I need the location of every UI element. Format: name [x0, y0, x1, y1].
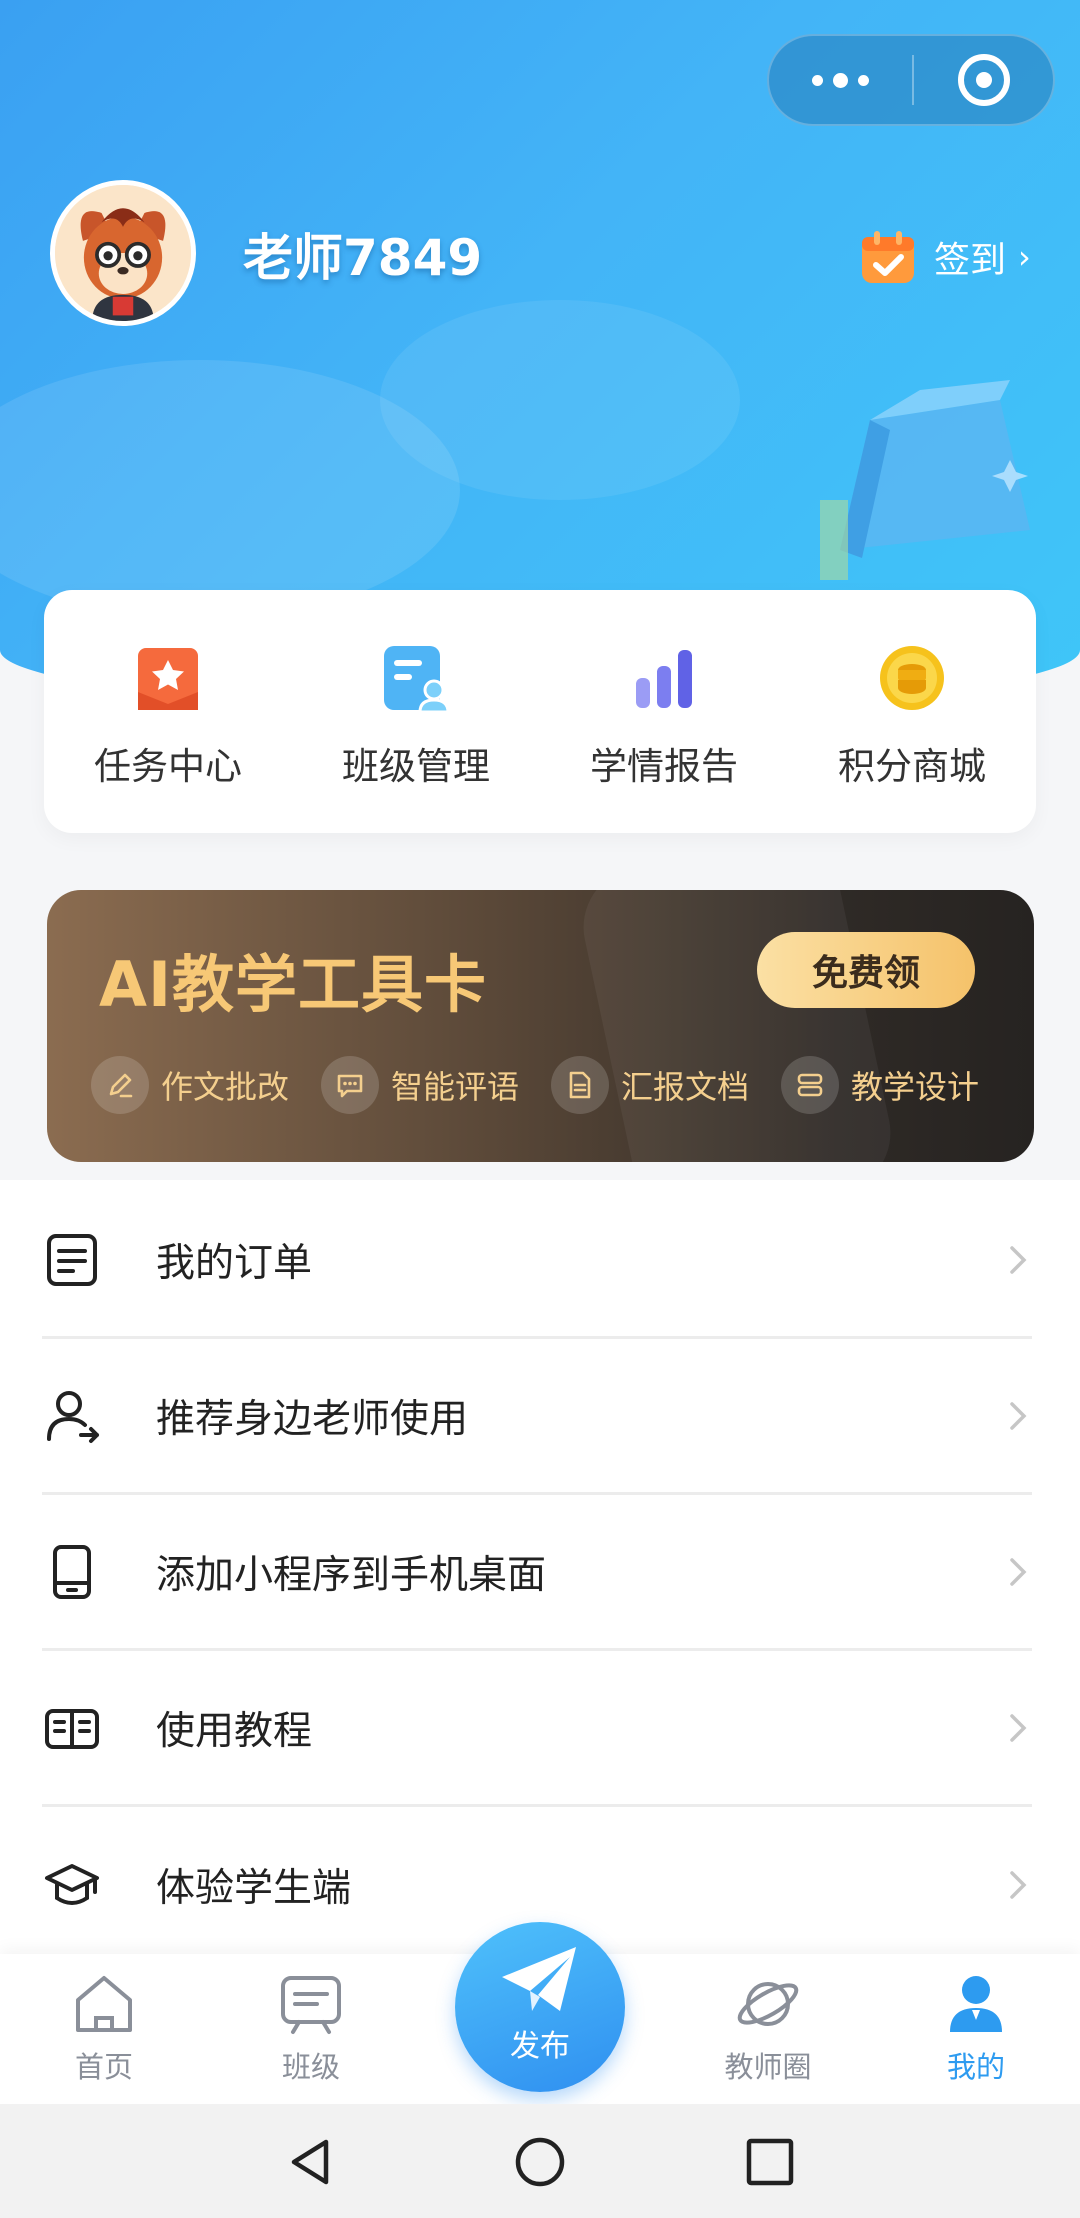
- ai-tool-label: 作文批改: [161, 1068, 290, 1106]
- tab-class[interactable]: 班级: [231, 1954, 391, 2104]
- chevron-right-icon: [1010, 1245, 1027, 1274]
- avatar[interactable]: [50, 180, 196, 326]
- tab-label: 我的: [946, 2050, 1005, 2084]
- dot-icon: [812, 74, 823, 86]
- ai-tool-smart-comment[interactable]: 智能评语: [321, 1056, 551, 1114]
- bar-chart-icon: [636, 650, 692, 708]
- order-icon: [47, 1233, 97, 1286]
- calendar-check-icon: [862, 231, 914, 283]
- close-miniprogram-button[interactable]: [914, 54, 1053, 106]
- ai-tool-card[interactable]: AI教学工具卡 免费领 作文批改 智能评语 汇报文档 教学设计: [47, 890, 1034, 1162]
- quick-action-points-mall[interactable]: 积分商城: [788, 590, 1036, 833]
- menu-item-add-to-desktop[interactable]: 添加小程序到手机桌面: [42, 1495, 1032, 1651]
- menu-item-recommend-teacher[interactable]: 推荐身边老师使用: [42, 1339, 1032, 1495]
- dot-icon: [833, 72, 848, 88]
- recommend-user-icon: [47, 1390, 99, 1443]
- ai-tool-label: 汇报文档: [621, 1068, 750, 1106]
- target-circle-icon: [957, 54, 1010, 106]
- tab-label: 首页: [74, 2050, 133, 2084]
- publish-button[interactable]: 发布: [455, 1922, 625, 2092]
- quick-action-label: 学情报告: [590, 745, 738, 788]
- chevron-right-icon: [1010, 1713, 1027, 1742]
- user-icon: [950, 1976, 1002, 2032]
- tab-teacher-circle[interactable]: 教师圈: [688, 1954, 848, 2104]
- chevron-right-icon: [1010, 1871, 1027, 1899]
- quick-action-learning-report[interactable]: 学情报告: [540, 590, 788, 833]
- book-illustration: [820, 380, 1030, 580]
- quick-action-label: 班级管理: [342, 745, 490, 788]
- ai-tool-report-document[interactable]: 汇报文档: [551, 1056, 781, 1114]
- squirrel-mascot-icon: [55, 185, 191, 321]
- coin-icon: [880, 646, 944, 710]
- card-decoration: [572, 890, 902, 1162]
- document-icon: [569, 1071, 591, 1099]
- ai-card-title: AI教学工具卡: [99, 948, 488, 1021]
- quick-actions-card: 任务中心 班级管理 学情报告 积分商城: [44, 590, 1036, 833]
- back-icon[interactable]: [282, 2134, 338, 2190]
- graduation-cap-icon: [45, 1864, 99, 1905]
- chevron-right-icon: [1010, 1401, 1027, 1430]
- more-options-button[interactable]: [769, 36, 912, 124]
- planet-icon: [737, 1982, 799, 2026]
- class-board-icon: [281, 1976, 341, 2034]
- tab-label: 教师圈: [724, 2050, 812, 2084]
- publish-label: 发布: [510, 2029, 570, 2064]
- class-manage-icon: [384, 646, 450, 714]
- quick-action-label: 任务中心: [94, 745, 242, 788]
- ai-tool-teaching-design[interactable]: 教学设计: [781, 1056, 1011, 1114]
- ai-tool-label: 教学设计: [851, 1068, 980, 1106]
- comment-icon: [337, 1074, 363, 1098]
- menu-item-label: 添加小程序到手机桌面: [156, 1552, 547, 1598]
- quick-action-label: 积分商城: [838, 745, 986, 788]
- checkin-label: 签到: [934, 240, 1007, 281]
- tab-home[interactable]: 首页: [24, 1954, 184, 2104]
- pen-icon: [109, 1073, 133, 1098]
- home-circle-icon[interactable]: [512, 2134, 568, 2190]
- header-cloud-decoration: [380, 300, 740, 500]
- free-claim-button[interactable]: 免费领: [757, 932, 975, 1008]
- quick-action-task-center[interactable]: 任务中心: [44, 590, 292, 833]
- checkin-button[interactable]: 签到 ›: [858, 222, 1031, 292]
- menu-item-label: 推荐身边老师使用: [156, 1396, 469, 1442]
- ai-tool-label: 智能评语: [391, 1068, 520, 1106]
- tab-mine[interactable]: 我的: [896, 1954, 1056, 2104]
- paper-plane-icon: [502, 1947, 576, 2011]
- tab-label: 班级: [281, 2050, 340, 2084]
- username: 老师7849: [243, 229, 483, 287]
- home-icon: [76, 1976, 132, 2032]
- chevron-right-icon: [1010, 1557, 1027, 1586]
- menu-item-tutorial[interactable]: 使用教程: [42, 1651, 1032, 1807]
- phone-icon: [53, 1544, 91, 1599]
- menu-item-label: 使用教程: [156, 1708, 313, 1754]
- menu-item-my-orders[interactable]: 我的订单: [42, 1183, 1032, 1339]
- system-navigation-bar: [0, 2104, 1080, 2218]
- chevron-right-icon: ›: [1018, 238, 1031, 276]
- dot-icon: [858, 74, 869, 86]
- menu-item-label: 体验学生端: [156, 1866, 352, 1911]
- design-icon: [797, 1073, 823, 1097]
- task-star-icon: [138, 648, 198, 710]
- miniprogram-capsule: [767, 34, 1055, 126]
- ai-tool-essay-correction[interactable]: 作文批改: [91, 1056, 321, 1114]
- ai-tools-list: 作文批改 智能评语 汇报文档 教学设计: [91, 1056, 1011, 1114]
- recents-square-icon[interactable]: [742, 2134, 798, 2190]
- menu-item-label: 我的订单: [156, 1240, 313, 1286]
- quick-action-class-manage[interactable]: 班级管理: [292, 590, 540, 833]
- book-icon: [45, 1708, 99, 1749]
